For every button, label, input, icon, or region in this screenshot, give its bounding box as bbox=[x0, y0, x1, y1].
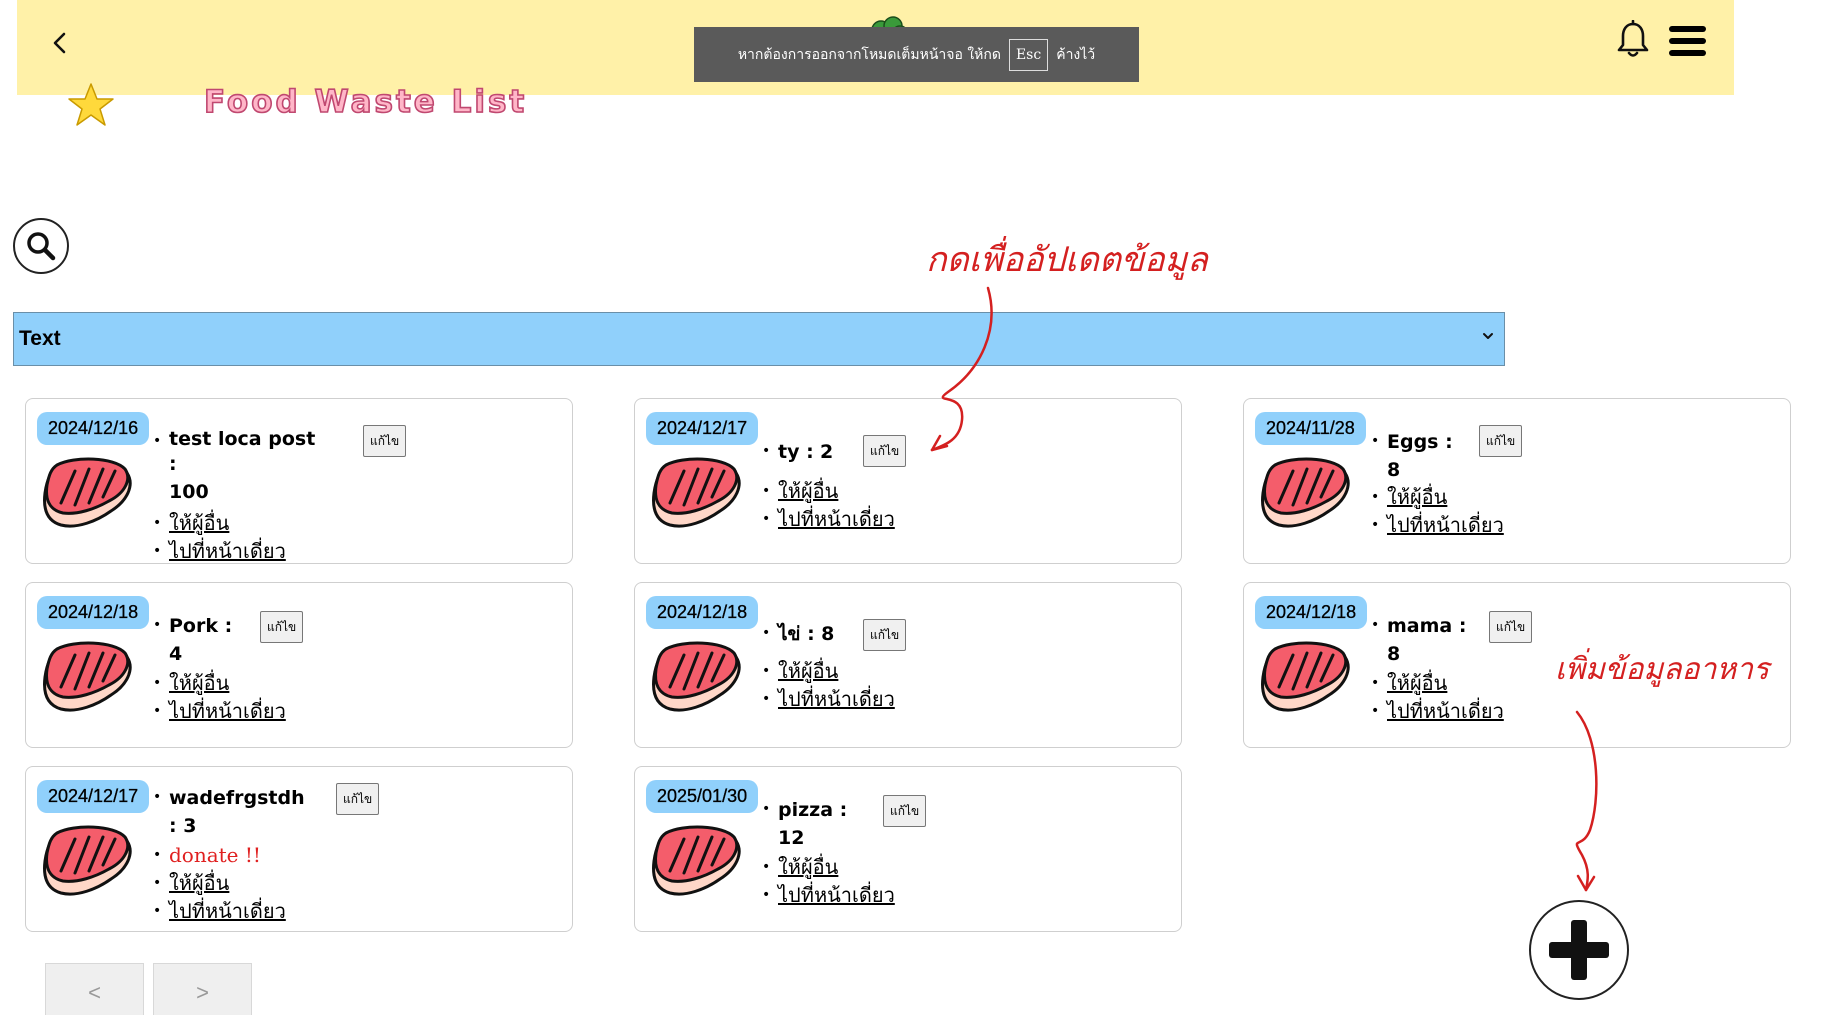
food-quantity: 8 bbox=[1387, 643, 1401, 665]
go-to-detail-link[interactable]: ไปที่หน้าเดี่ยว bbox=[169, 539, 286, 563]
food-item-list: test loca post : 100 ให้ผู้อื่น ไปที่หน้… bbox=[153, 427, 329, 565]
go-to-detail-link[interactable]: ไปที่หน้าเดี่ยว bbox=[778, 883, 895, 907]
edit-button[interactable]: แก้ไข bbox=[1489, 611, 1533, 643]
food-card: 2024/12/18 ไข่ : 8 ให้ผู้อื่น ไปที่หน้าเ… bbox=[634, 582, 1182, 748]
page-title: Food Waste List bbox=[203, 83, 528, 121]
edit-button[interactable]: แก้ไข bbox=[260, 611, 304, 643]
bell-icon bbox=[1617, 19, 1649, 57]
food-name: Pork : 4 bbox=[153, 611, 239, 667]
food-name: wadefrgstdh : 3 bbox=[153, 783, 309, 839]
search-button[interactable] bbox=[13, 218, 69, 274]
food-name: test loca post : 100 bbox=[153, 427, 329, 505]
edit-button[interactable]: แก้ไข bbox=[336, 783, 380, 815]
food-quantity: : 3 bbox=[169, 815, 197, 837]
hamburger-menu-icon bbox=[1669, 26, 1706, 32]
date-badge: 2024/12/16 bbox=[37, 412, 150, 445]
add-hint-annotation: เพิ่มข้อมูลอาหาร bbox=[1555, 652, 1770, 687]
food-card: 2024/11/28 Eggs : 8 ให้ผู้อื่น ไปที่หน้า… bbox=[1243, 398, 1791, 564]
star-icon bbox=[68, 83, 114, 126]
edit-button[interactable]: แก้ไข bbox=[1479, 425, 1523, 457]
next-page-button[interactable]: > bbox=[153, 963, 252, 1015]
go-to-detail-link[interactable]: ไปที่หน้าเดี่ยว bbox=[1387, 699, 1504, 723]
steak-icon bbox=[43, 457, 132, 528]
date-badge: 2024/11/28 bbox=[1255, 412, 1366, 445]
food-card: 2024/12/17 wadefrgstdh : 3 donate !! ให้… bbox=[25, 766, 573, 932]
search-icon bbox=[27, 232, 56, 261]
add-food-button[interactable] bbox=[1529, 900, 1629, 1000]
food-quantity: 4 bbox=[169, 643, 183, 665]
notification-button[interactable] bbox=[1616, 19, 1650, 60]
date-badge: 2024/12/18 bbox=[646, 596, 759, 629]
give-to-others-link[interactable]: ให้ผู้อื่น bbox=[1387, 485, 1447, 509]
food-card: 2024/12/18 Pork : 4 ให้ผู้อื่น ไปที่หน้า… bbox=[25, 582, 573, 748]
steak-icon bbox=[43, 641, 132, 712]
steak-icon bbox=[1261, 457, 1350, 528]
food-quantity: 8 bbox=[1387, 459, 1401, 481]
food-quantity: 2 bbox=[820, 441, 834, 463]
food-name: Eggs : 8 bbox=[1371, 427, 1467, 483]
fullscreen-notice-suffix: ค้างไว้ bbox=[1056, 46, 1096, 63]
edit-button[interactable]: แก้ไข bbox=[883, 795, 927, 827]
date-badge: 2024/12/18 bbox=[1255, 596, 1368, 629]
give-to-others-link[interactable]: ให้ผู้อื่น bbox=[778, 479, 838, 503]
food-card: 2025/01/30 pizza : 12 ให้ผู้อื่น ไปที่หน… bbox=[634, 766, 1182, 932]
go-to-detail-link[interactable]: ไปที่หน้าเดี่ยว bbox=[1387, 513, 1504, 537]
donate-label: donate !! bbox=[169, 843, 261, 867]
food-item-list: wadefrgstdh : 3 donate !! ให้ผู้อื่น ไปท… bbox=[153, 783, 309, 925]
food-quantity: 12 bbox=[778, 827, 805, 849]
filter-selected-value: Text bbox=[19, 327, 61, 350]
food-item-list: mama : 8 ให้ผู้อื่น ไปที่หน้าเดี่ยว bbox=[1371, 611, 1504, 725]
food-name: mama : 8 bbox=[1371, 611, 1472, 667]
give-to-others-link[interactable]: ให้ผู้อื่น bbox=[1387, 671, 1447, 695]
give-to-others-link[interactable]: ให้ผู้อื่น bbox=[778, 659, 838, 683]
give-to-others-link[interactable]: ให้ผู้อื่น bbox=[169, 871, 229, 895]
food-quantity: 100 bbox=[169, 481, 209, 503]
date-badge: 2025/01/30 bbox=[646, 780, 759, 813]
esc-key-hint: Esc bbox=[1008, 38, 1049, 71]
food-card: 2024/12/16 test loca post : 100 ให้ผู้อื… bbox=[25, 398, 573, 565]
steak-icon bbox=[652, 825, 741, 896]
date-badge: 2024/12/17 bbox=[646, 412, 759, 445]
date-badge: 2024/12/18 bbox=[37, 596, 150, 629]
edit-button[interactable]: แก้ไข bbox=[363, 425, 407, 457]
steak-icon bbox=[652, 641, 741, 712]
food-quantity: 8 bbox=[821, 623, 835, 645]
give-to-others-link[interactable]: ให้ผู้อื่น bbox=[169, 671, 229, 695]
steak-icon bbox=[1261, 641, 1350, 712]
steak-icon bbox=[652, 457, 741, 528]
edit-button[interactable]: แก้ไข bbox=[863, 619, 907, 651]
back-button[interactable] bbox=[45, 28, 75, 58]
plus-icon bbox=[1549, 920, 1609, 980]
give-to-others-link[interactable]: ให้ผู้อื่น bbox=[778, 855, 838, 879]
update-hint-annotation: กดเพื่ออัปเดตข้อมูล bbox=[926, 240, 1208, 280]
chevron-down-icon bbox=[1483, 333, 1493, 339]
fullscreen-exit-notice: หากต้องการออกจากโหมดเต็มหน้าจอ ให้กด Esc… bbox=[694, 27, 1139, 82]
food-name: pizza : 12 bbox=[762, 795, 858, 851]
edit-button[interactable]: แก้ไข bbox=[863, 435, 907, 467]
food-item-list: pizza : 12 ให้ผู้อื่น ไปที่หน้าเดี่ยว bbox=[762, 795, 895, 909]
chevron-left-icon bbox=[53, 32, 66, 54]
hamburger-menu-button[interactable] bbox=[1669, 26, 1709, 58]
fullscreen-notice-text: หากต้องการออกจากโหมดเต็มหน้าจอ ให้กด bbox=[737, 46, 1001, 63]
go-to-detail-link[interactable]: ไปที่หน้าเดี่ยว bbox=[778, 507, 895, 531]
go-to-detail-link[interactable]: ไปที่หน้าเดี่ยว bbox=[169, 899, 286, 923]
date-badge: 2024/12/17 bbox=[37, 780, 150, 813]
go-to-detail-link[interactable]: ไปที่หน้าเดี่ยว bbox=[169, 699, 286, 723]
go-to-detail-link[interactable]: ไปที่หน้าเดี่ยว bbox=[778, 687, 895, 711]
prev-page-button[interactable]: < bbox=[45, 963, 144, 1015]
steak-icon bbox=[43, 825, 132, 896]
filter-dropdown[interactable]: Text bbox=[13, 312, 1505, 366]
give-to-others-link[interactable]: ให้ผู้อื่น bbox=[169, 511, 229, 535]
food-card: 2024/12/17 ty : 2 ให้ผู้อื่น ไปที่หน้าเด… bbox=[634, 398, 1182, 564]
